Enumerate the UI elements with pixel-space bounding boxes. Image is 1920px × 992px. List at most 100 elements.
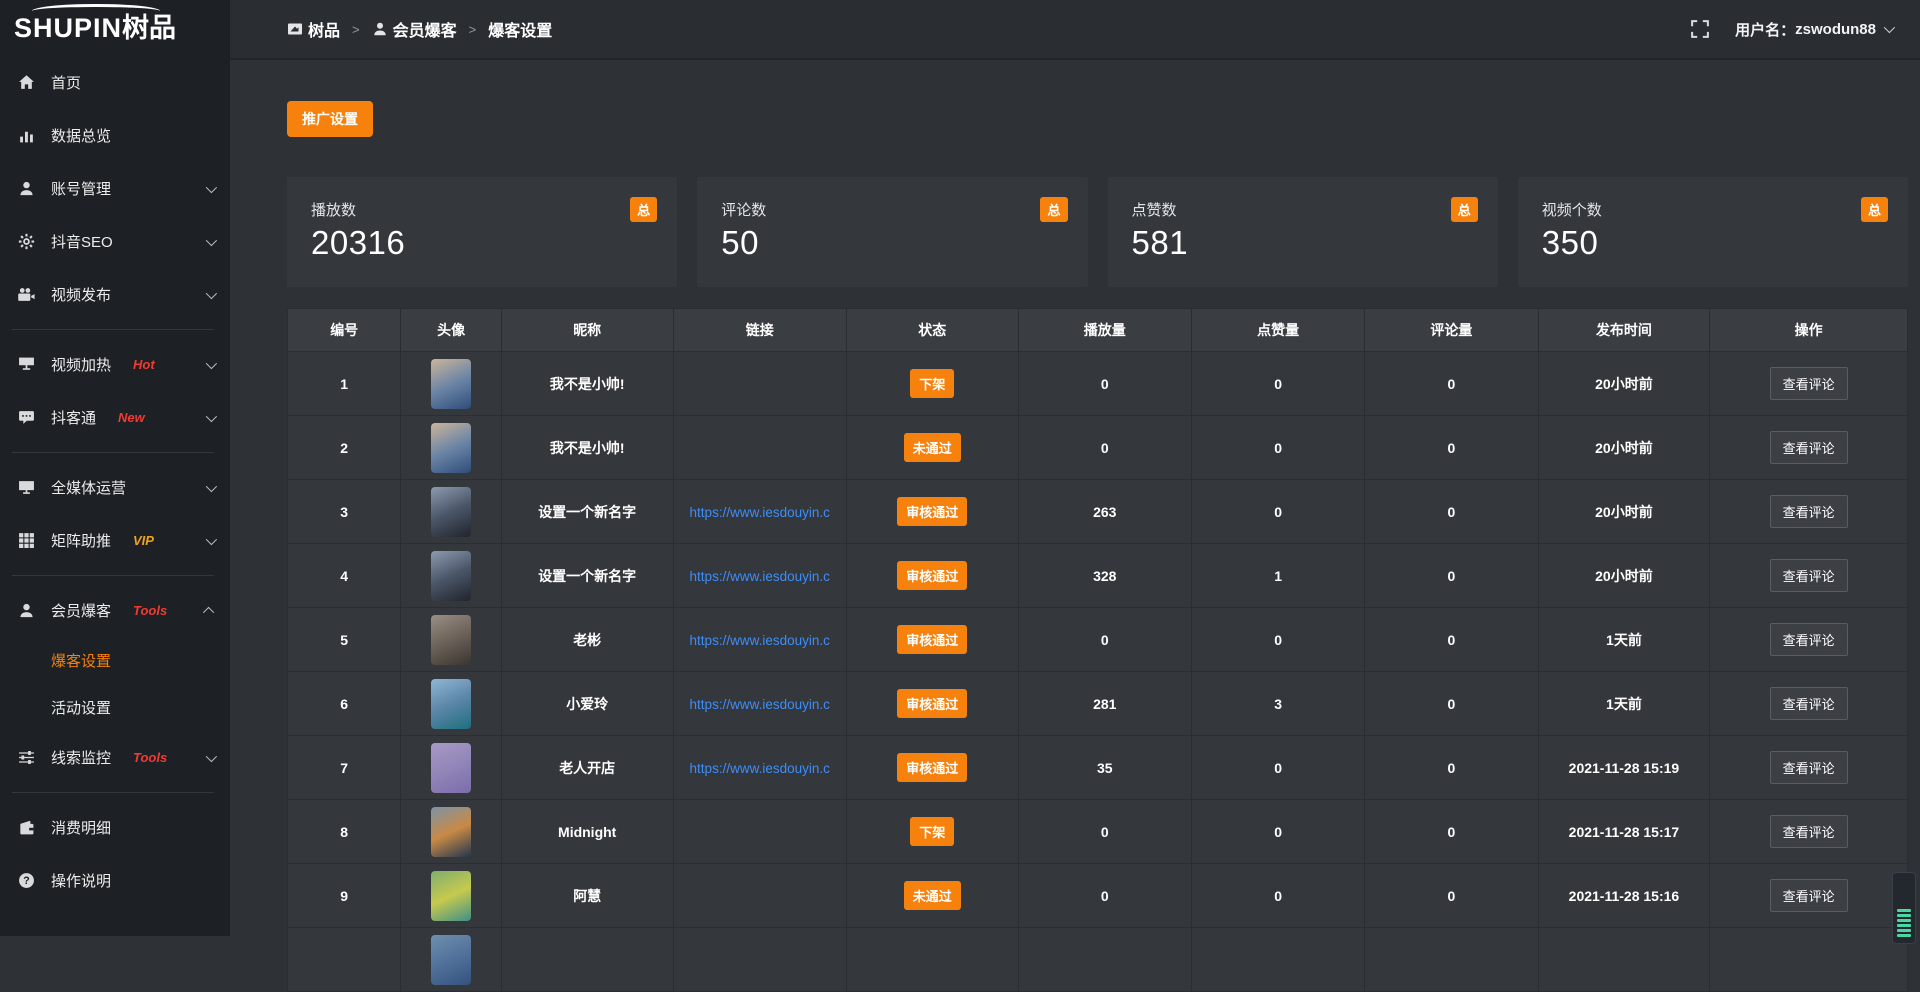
view-comments-button[interactable]: 查看评论 (1770, 751, 1848, 784)
breadcrumb-item-parent[interactable]: 会员爆客 (393, 17, 457, 41)
view-comments-button[interactable]: 查看评论 (1770, 879, 1848, 912)
cell-likes: 0 (1191, 608, 1364, 672)
video-link[interactable]: https://www.iesdouyin.c (690, 505, 830, 520)
cell-link (673, 928, 846, 992)
status-badge[interactable]: 下架 (910, 369, 954, 398)
cell-plays: 328 (1018, 544, 1191, 608)
cell-publish-time: 20小时前 (1538, 416, 1710, 480)
sidebar-item-spending-details[interactable]: 消费明细 (0, 801, 230, 854)
cell-avatar (401, 480, 501, 544)
sidebar: SHUPIN树品 首页 数据总览 账号管理 抖音SEO 视频发布 (0, 0, 230, 936)
fullscreen-icon[interactable] (1691, 20, 1709, 38)
stat-label: 视频个数 (1542, 199, 1884, 220)
cell-plays (1018, 928, 1191, 992)
cell-likes: 0 (1191, 480, 1364, 544)
sidebar-item-home[interactable]: 首页 (0, 56, 230, 109)
sidebar-item-allmedia-operation[interactable]: 全媒体运营 (0, 461, 230, 514)
avatar (431, 871, 471, 921)
app-icon (287, 21, 303, 37)
cell-status (846, 928, 1018, 992)
user-icon (18, 180, 35, 197)
stat-label: 点赞数 (1132, 199, 1474, 220)
cell-id: 8 (288, 800, 401, 864)
video-camera-icon (18, 286, 35, 303)
table-row: 4设置一个新名字https://www.iesdouyin.c审核通过32810… (288, 544, 1908, 608)
chevron-down-icon (206, 410, 217, 421)
cell-avatar (401, 608, 501, 672)
table-row: 9阿慧未通过0002021-11-28 15:16查看评论 (288, 864, 1908, 928)
cell-likes: 0 (1191, 416, 1364, 480)
view-comments-button[interactable]: 查看评论 (1770, 367, 1848, 400)
widget-bar (1897, 929, 1911, 932)
status-badge[interactable]: 下架 (910, 817, 954, 846)
chevron-down-icon (206, 181, 217, 192)
sidebar-item-doketong[interactable]: 抖客通 New (0, 391, 230, 444)
monitor-icon (18, 479, 35, 496)
cell-publish-time: 2021-11-28 15:16 (1538, 864, 1710, 928)
chevron-down-icon (206, 750, 217, 761)
cell-link: https://www.iesdouyin.c (673, 608, 846, 672)
sidebar-item-data-overview[interactable]: 数据总览 (0, 109, 230, 162)
table-row: 5老彬https://www.iesdouyin.c审核通过0001天前查看评论 (288, 608, 1908, 672)
sidebar-item-account-management[interactable]: 账号管理 (0, 162, 230, 215)
view-comments-button[interactable]: 查看评论 (1770, 687, 1848, 720)
sidebar-item-clue-monitor[interactable]: 线索监控 Tools (0, 731, 230, 784)
video-link[interactable]: https://www.iesdouyin.c (690, 569, 830, 584)
status-badge[interactable]: 未通过 (904, 881, 961, 910)
question-circle-icon: ? (18, 872, 35, 889)
video-link[interactable]: https://www.iesdouyin.c (690, 761, 830, 776)
video-link[interactable]: https://www.iesdouyin.c (690, 633, 830, 648)
cell-status: 审核通过 (846, 736, 1018, 800)
cell-nickname: 小爱玲 (501, 672, 673, 736)
table-row (288, 928, 1908, 992)
cell-id: 2 (288, 416, 401, 480)
cell-publish-time: 2021-11-28 15:19 (1538, 736, 1710, 800)
sidebar-item-activity-settings[interactable]: 活动设置 (0, 684, 230, 731)
cell-comments: 0 (1365, 672, 1538, 736)
col-status: 状态 (846, 309, 1018, 352)
avatar (431, 359, 471, 409)
status-badge[interactable]: 审核通过 (897, 753, 967, 782)
cell-nickname: Midnight (501, 800, 673, 864)
floating-mini-widget[interactable] (1892, 872, 1916, 944)
widget-bar (1897, 924, 1911, 927)
tools-tag: Tools (133, 603, 167, 618)
cell-status: 审核通过 (846, 608, 1018, 672)
sidebar-item-member-baoke[interactable]: 会员爆客 Tools (0, 584, 230, 637)
cell-nickname (501, 928, 673, 992)
total-badge: 总 (1451, 197, 1478, 222)
video-link[interactable]: https://www.iesdouyin.c (690, 697, 830, 712)
sliders-icon (18, 749, 35, 766)
status-badge[interactable]: 未通过 (904, 433, 961, 462)
cell-plays: 0 (1018, 800, 1191, 864)
promo-settings-button[interactable]: 推广设置 (287, 101, 373, 137)
breadcrumb-item-home[interactable]: 树品 (308, 17, 340, 41)
view-comments-button[interactable]: 查看评论 (1770, 623, 1848, 656)
user-menu[interactable]: 用户名： zswodun88 (1735, 19, 1892, 40)
cell-plays: 0 (1018, 352, 1191, 416)
sidebar-item-baoke-settings[interactable]: 爆客设置 (0, 637, 230, 684)
cell-nickname: 我不是小帅! (501, 352, 673, 416)
breadcrumb-separator: > (352, 22, 360, 37)
status-badge[interactable]: 审核通过 (897, 497, 967, 526)
status-badge[interactable]: 审核通过 (897, 561, 967, 590)
status-badge[interactable]: 审核通过 (897, 625, 967, 654)
status-badge[interactable]: 审核通过 (897, 689, 967, 718)
sidebar-item-douyin-seo[interactable]: 抖音SEO (0, 215, 230, 268)
view-comments-button[interactable]: 查看评论 (1770, 815, 1848, 848)
sidebar-item-video-publish[interactable]: 视频发布 (0, 268, 230, 321)
cell-avatar (401, 736, 501, 800)
cell-avatar (401, 800, 501, 864)
sidebar-item-instructions[interactable]: ? 操作说明 (0, 854, 230, 907)
view-comments-button[interactable]: 查看评论 (1770, 559, 1848, 592)
view-comments-button[interactable]: 查看评论 (1770, 431, 1848, 464)
cell-link (673, 352, 846, 416)
stat-label: 播放数 (311, 199, 653, 220)
username-label: 用户名： (1735, 19, 1795, 40)
col-link: 链接 (673, 309, 846, 352)
sidebar-item-video-heating[interactable]: 视频加热 Hot (0, 338, 230, 391)
sidebar-item-matrix-boost[interactable]: 矩阵助推 VIP (0, 514, 230, 567)
widget-bar (1897, 919, 1911, 922)
view-comments-button[interactable]: 查看评论 (1770, 495, 1848, 528)
cell-avatar (401, 416, 501, 480)
